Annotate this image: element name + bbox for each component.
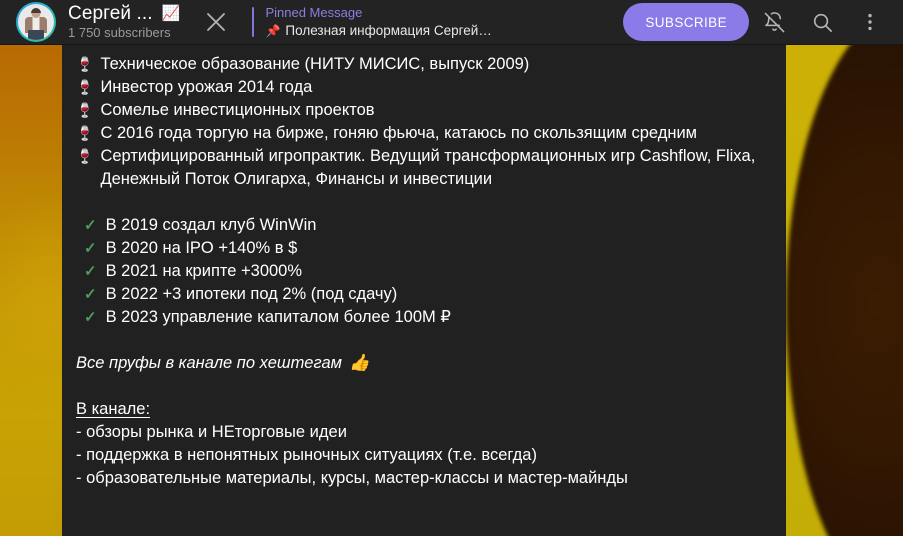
subscribe-button[interactable]: SUBSCRIBE [623, 3, 749, 41]
section-heading-row: В канале: [76, 398, 772, 421]
achievement-text: В 2023 управление капиталом более 100М ₽ [105, 308, 451, 326]
channel-item: - обзоры рынка и НЕторговые идеи [76, 423, 347, 441]
subscriber-count: 1 750 subscribers [68, 25, 171, 41]
wine-glass-icon: 🍷 [76, 102, 94, 118]
pinned-message-bar[interactable]: Pinned Message 📌 Полезная информация Сер… [252, 5, 552, 39]
chart-increasing-icon: 📈 [161, 5, 181, 23]
bullet-text: Техническое образование (НИТУ МИСИС, вып… [100, 55, 530, 73]
check-icon: ✓ [84, 217, 97, 234]
pushpin-icon: 📌 [265, 23, 281, 38]
close-icon [205, 11, 227, 33]
wine-glass-icon: 🍷 [76, 56, 94, 72]
pinned-accent-bar [252, 7, 255, 37]
search-button[interactable] [799, 0, 845, 45]
check-icon: ✓ [84, 240, 97, 257]
page-title: Сергей ... 📈 [68, 3, 180, 25]
bullet-text: С 2016 года торгую на бирже, гоняю фьюча… [100, 124, 697, 142]
check-icon: ✓ [84, 263, 97, 280]
achievement-text: В 2019 создал клуб WinWin [105, 216, 317, 234]
bullet-text: Сомелье инвестиционных проектов [100, 101, 375, 119]
pinned-message-text: Полезная информация Сергей Ж… [285, 22, 496, 38]
bullet-text: Инвестор урожая 2014 года [100, 78, 313, 96]
bullet-item: 🍷 Инвестор урожая 2014 года [76, 76, 772, 99]
bullet-item: 🍷 Техническое образование (НИТУ МИСИС, в… [76, 53, 772, 76]
channel-item: - поддержка в непонятных рыночных ситуац… [76, 446, 537, 464]
proofs-line: Все пруфы в канале по хештегам 👍 [76, 352, 772, 375]
channel-header: Сергей ... 📈 1 750 subscribers Pinned Me… [0, 0, 903, 45]
check-icon: ✓ [84, 286, 97, 303]
wine-glass-icon: 🍷 [76, 125, 94, 141]
bullet-item: 🍷 С 2016 года торгую на бирже, гоняю фью… [76, 122, 772, 145]
bullet-item: 🍷 Сертифицированный игропрактик. Ведущий… [76, 145, 772, 191]
bullet-item: 🍷 Сомелье инвестиционных проектов [76, 99, 772, 122]
achievement-item: ✓ В 2022 +3 ипотеки под 2% (под сдачу) [84, 283, 772, 306]
pinned-message-bubble[interactable]: 🍷 Техническое образование (НИТУ МИСИС, в… [62, 45, 786, 536]
channel-identity[interactable]: Сергей ... 📈 1 750 subscribers [0, 2, 180, 42]
bell-muted-icon [763, 11, 786, 34]
achievement-item: ✓ В 2021 на крипте +3000% [84, 260, 772, 283]
more-vertical-icon [859, 11, 881, 33]
bullet-text: Сертифицированный игропрактик. Ведущий т… [100, 147, 756, 188]
pinned-message-row: 📌 Полезная информация Сергей Ж… [265, 23, 495, 39]
channel-item: - образовательные материалы, курсы, маст… [76, 469, 628, 487]
mute-button[interactable] [751, 0, 797, 45]
achievement-text: В 2021 на крипте +3000% [105, 262, 303, 280]
wine-glass-icon: 🍷 [76, 148, 94, 164]
pinned-label: Pinned Message [265, 5, 363, 21]
achievement-list: ✓ В 2019 создал клуб WinWin ✓ В 2020 на … [76, 214, 772, 329]
channel-name: Сергей ... [68, 2, 153, 24]
wine-glass-icon: 🍷 [76, 79, 94, 95]
achievement-item: ✓ В 2023 управление капиталом более 100М… [84, 306, 772, 329]
achievement-item: ✓ В 2020 на IPO +140% в $ [84, 237, 772, 260]
avatar[interactable] [16, 2, 56, 42]
section-heading: В канале: [76, 400, 151, 418]
channel-titleblock: Сергей ... 📈 1 750 subscribers [68, 3, 180, 42]
achievement-text: В 2022 +3 ипотеки под 2% (под сдачу) [105, 285, 398, 303]
thumbs-up-icon: 👍 [348, 354, 370, 372]
more-options-button[interactable] [847, 0, 893, 45]
achievement-item: ✓ В 2019 создал клуб WinWin [84, 214, 772, 237]
check-icon: ✓ [84, 309, 97, 326]
avatar-photo [18, 4, 54, 40]
search-icon [811, 11, 834, 34]
telegram-channel-view: 🍷 Техническое образование (НИТУ МИСИС, в… [0, 0, 903, 536]
pinned-texts: Pinned Message 📌 Полезная информация Сер… [265, 5, 495, 39]
proofs-text: Все пруфы в канале по хештегам [76, 354, 342, 372]
achievement-text: В 2020 на IPO +140% в $ [105, 239, 298, 257]
header-actions: SUBSCRIBE [623, 0, 903, 45]
close-button[interactable] [194, 0, 238, 44]
